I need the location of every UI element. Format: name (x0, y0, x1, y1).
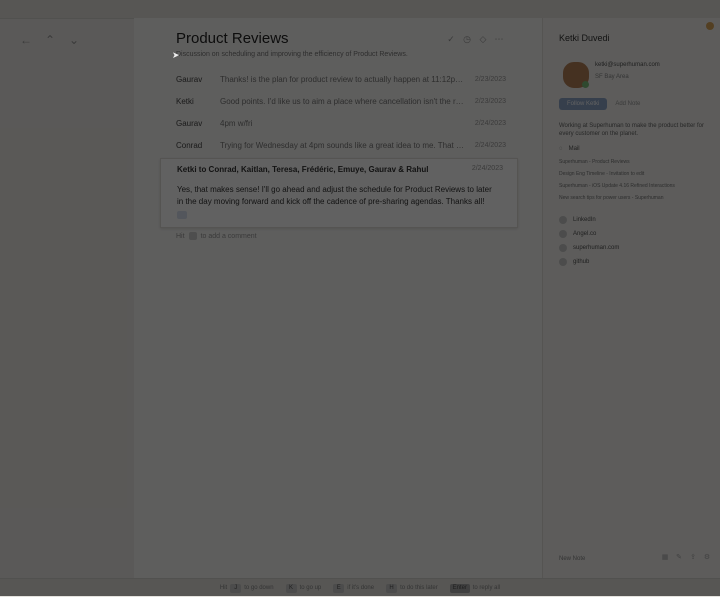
contact-sidebar: Ketki Duvedi ketki@superhuman.com SF Bay… (542, 18, 720, 578)
add-note-button[interactable]: Add Note (615, 101, 640, 107)
expanded-message[interactable]: Ketki to Conrad, Kaitlan, Teresa, Frédér… (160, 158, 518, 228)
message-date: 2/23/2023 (474, 97, 506, 105)
edit-icon[interactable]: ✎ (675, 554, 683, 562)
angellist-icon (559, 230, 567, 238)
profile-link-label: Angel.co (573, 231, 597, 237)
chevron-up-icon[interactable]: ⌃ (42, 32, 58, 48)
message-snippet: Thanks! is the plan for product review t… (220, 74, 466, 84)
back-arrow-icon[interactable]: ← (18, 32, 34, 48)
attachment-icon[interactable] (177, 211, 187, 219)
thread-pane: Product Reviews Discussion on scheduling… (134, 18, 542, 578)
thread-description: Discussion on scheduling and improving t… (176, 51, 408, 58)
profile-link[interactable]: github (559, 258, 589, 266)
key-icon (188, 232, 197, 240)
message-body: Yes, that makes sense! I'll go ahead and… (177, 185, 492, 206)
globe-icon (559, 244, 567, 252)
message-sender: Ketki (176, 96, 194, 106)
shortcut-hint: H to do this later (386, 583, 438, 593)
message-row[interactable]: Conrad Trying for Wednesday at 4pm sound… (170, 134, 506, 156)
mail-section: ◌ Mail (559, 146, 580, 152)
contact-bio: Working at Superhuman to make the produc… (559, 123, 704, 137)
profile-link[interactable]: Angel.co (559, 230, 596, 238)
mail-thread-link[interactable]: New search tips for power users - Superh… (559, 195, 711, 201)
shortcut-key: J (230, 583, 242, 593)
share-icon[interactable]: ⇪ (689, 554, 697, 562)
mail-thread-link[interactable]: Design Eng Timeline - Invitation to edit (559, 171, 711, 177)
message-date: 2/24/2023 (474, 119, 506, 127)
shortcut-hint: Enter to reply all (449, 583, 501, 593)
thread-actions: ✓ ◷ ◇ ⋯ (446, 34, 504, 44)
tag-icon[interactable]: ◇ (478, 34, 488, 44)
message-row[interactable]: Ketki Good points. I'd like us to aim a … (170, 90, 506, 112)
message-sender: Conrad (176, 140, 203, 150)
new-note-button[interactable]: New Note (559, 556, 585, 562)
message-row[interactable]: Gaurav 4pm w/fri 2/24/2023 (170, 112, 506, 134)
profile-link-label: github (573, 259, 590, 265)
title-bar (0, 0, 720, 19)
message-snippet: 4pm w/fri (220, 118, 253, 128)
sidebar-tools: ▦ ✎ ⇪ ⚙ (661, 554, 711, 562)
profile-link[interactable]: superhuman.com (559, 244, 619, 252)
profile-link[interactable]: LinkedIn (559, 216, 596, 224)
message-date: 2/24/2023 (471, 165, 503, 172)
message-sender: Gaurav (176, 118, 203, 128)
comment-hint-suffix: to add a comment (200, 232, 257, 240)
contact-location: SF Bay Area (595, 74, 629, 80)
comment-hint: Hit to add a comment (176, 232, 257, 240)
shortcut-hint: Hit J to go down (219, 583, 274, 593)
message-snippet: Good points. I'd like us to aim a place … (220, 96, 466, 106)
shortcut-prefix: Hit (219, 585, 228, 591)
chevron-down-icon[interactable]: ⌄ (66, 32, 82, 48)
follow-button[interactable]: Follow Ketki (559, 98, 608, 110)
shortcut-label: to do this later (400, 585, 438, 591)
message-row[interactable]: Gaurav Thanks! is the plan for product r… (170, 68, 506, 90)
message-recipients: Ketki to Conrad, Kaitlan, Teresa, Frédér… (177, 165, 429, 174)
shortcut-hint: K to go up (285, 583, 322, 593)
message-snippet: Trying for Wednesday at 4pm sounds like … (220, 140, 466, 150)
contact-actions: Follow Ketki Add Note (559, 98, 640, 110)
account-avatar[interactable] (706, 22, 714, 30)
clock-icon[interactable]: ◷ (462, 34, 472, 44)
shortcut-key: E (333, 583, 345, 593)
more-icon[interactable]: ⋯ (494, 34, 504, 44)
mouse-cursor-icon: ➤ (172, 50, 180, 60)
shortcut-label: to go up (299, 585, 322, 591)
nav-controls: ← ⌃ ⌄ (18, 32, 82, 48)
shortcut-label: to reply all (472, 585, 501, 591)
profile-link-label: LinkedIn (573, 217, 596, 223)
shortcut-key: H (386, 583, 398, 593)
settings-icon[interactable]: ⚙ (703, 554, 711, 562)
avatar (561, 60, 591, 90)
message-date: 2/24/2023 (474, 141, 506, 149)
shortcut-bar: Hit J to go down K to go up E if it's do… (0, 578, 720, 597)
contact-name: Ketki Duvedi (559, 33, 610, 43)
comment-hint-prefix: Hit (176, 232, 185, 240)
shortcut-key: Enter (449, 583, 470, 593)
online-status-icon (582, 81, 589, 88)
shortcut-label: if it's done (347, 585, 375, 591)
shortcut-hint: E if it's done (333, 583, 375, 593)
check-icon[interactable]: ✓ (446, 34, 456, 44)
message-sender: Gaurav (176, 74, 203, 84)
mail-icon: ◌ (559, 146, 563, 152)
profile-link-label: superhuman.com (573, 245, 620, 251)
github-icon (559, 258, 567, 266)
mail-section-label: Mail (568, 146, 580, 152)
shortcut-label: to go down (244, 585, 274, 591)
calendar-icon[interactable]: ▦ (661, 554, 669, 562)
app-window: ← ⌃ ⌄ Product Reviews Discussion on sche… (0, 0, 720, 597)
contact-email[interactable]: ketki@superhuman.com (595, 62, 660, 68)
mail-thread-link[interactable]: Superhuman - iOS Update 4.16 Refined Int… (559, 183, 711, 189)
linkedin-icon (559, 216, 567, 224)
mail-thread-link[interactable]: Superhuman - Product Reviews (559, 159, 711, 165)
shortcut-key: K (285, 583, 297, 593)
message-date: 2/23/2023 (474, 75, 506, 83)
